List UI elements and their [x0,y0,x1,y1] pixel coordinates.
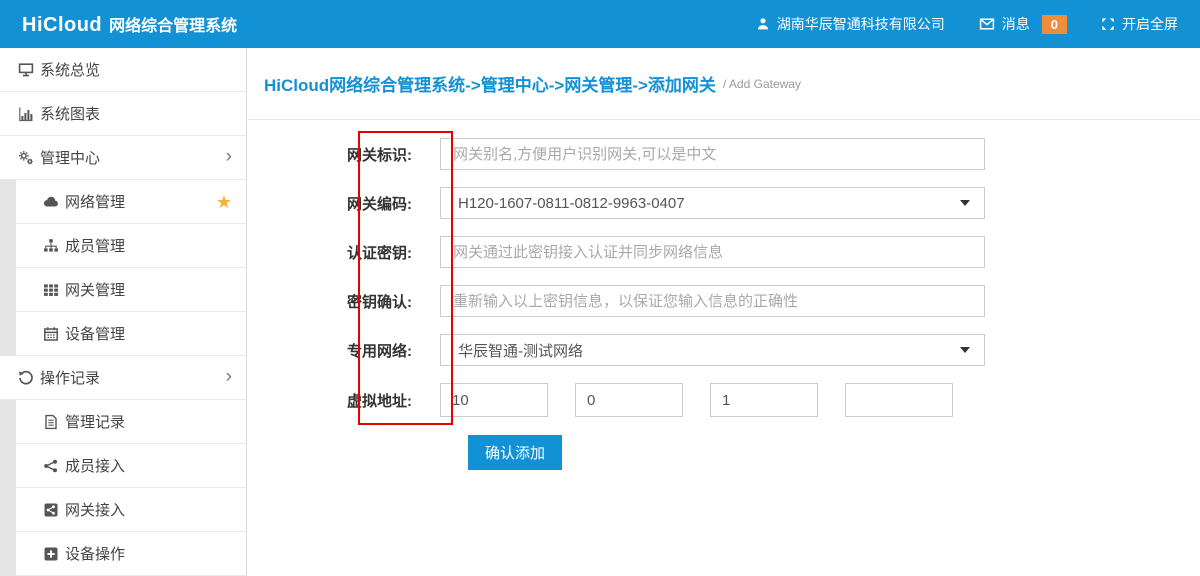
private-network-select[interactable]: 华辰智通-测试网络 [440,334,985,366]
form-row-virtual-address: 虚拟地址: [248,383,1200,417]
sidebar-item-label: 网关管理 [65,279,125,300]
sidebar-item-system-charts[interactable]: 系统图表 [0,92,246,136]
sidebar-item-label: 管理记录 [65,411,125,432]
sidebar-item-operation-records[interactable]: 操作记录 › [0,356,246,400]
file-icon [43,414,59,430]
page-header: HiCloud网络综合管理系统->管理中心->网关管理->添加网关 / Add … [248,48,1200,120]
virtual-address-octet-4[interactable] [845,383,953,417]
chevron-right-icon: › [226,367,232,389]
grid-icon [43,282,59,298]
history-icon [18,370,34,386]
sidebar-item-label: 设备管理 [65,323,125,344]
envelope-icon [979,16,995,32]
form-row-gateway-code: 网关编码: H120-1607-0811-0812-9963-0407 [248,187,1200,219]
messages-button[interactable]: 消息 0 [979,14,1067,34]
virtual-address-octet-2[interactable] [575,383,683,417]
sidebar-item-gateway-access[interactable]: 网关接入 [0,488,246,532]
submenu-indent [0,180,16,224]
fullscreen-icon [1101,17,1115,31]
sidebar-item-system-overview[interactable]: 系统总览 [0,48,246,92]
private-network-label: 专用网络: [248,340,440,361]
form-row-auth-key: 认证密钥: [248,236,1200,268]
monitor-icon [18,62,34,78]
cloud-icon [43,194,59,210]
submenu-indent [0,532,16,576]
brand-name: HiCloud [22,14,102,37]
sidebar-item-member-access[interactable]: 成员接入 [0,444,246,488]
sidebar-item-network-management[interactable]: 网络管理 ★ [0,180,246,224]
private-network-value: 华辰智通-测试网络 [458,340,583,361]
virtual-address-label: 虚拟地址: [248,390,440,411]
gateway-code-label: 网关编码: [248,193,440,214]
confirm-add-button[interactable]: 确认添加 [468,435,562,470]
fullscreen-label: 开启全屏 [1122,14,1178,34]
main-content: HiCloud网络综合管理系统->管理中心->网关管理->添加网关 / Add … [248,48,1200,576]
gateway-name-input[interactable] [440,138,985,170]
account-menu[interactable]: 湖南华辰智通科技有限公司 [756,14,945,34]
star-icon[interactable]: ★ [216,193,232,211]
app-brand: HiCloud 网络综合管理系统 [22,12,237,37]
sidebar-item-label: 设备操作 [65,543,125,564]
bar-chart-icon [18,106,34,122]
share-square-icon [43,502,59,518]
form-row-gateway-name: 网关标识: [248,138,1200,170]
chevron-right-icon: › [226,147,232,169]
sidebar-item-gateway-management[interactable]: 网关管理 [0,268,246,312]
breadcrumb: HiCloud网络综合管理系统->管理中心->网关管理->添加网关 [264,71,716,96]
sidebar-item-label: 成员接入 [65,455,125,476]
calendar-icon [43,326,59,342]
share-icon [43,458,59,474]
caret-down-icon [960,347,970,353]
user-icon [756,17,770,31]
auth-key-input[interactable] [440,236,985,268]
submenu-indent [0,400,16,444]
submenu-indent [0,268,16,312]
sidebar-item-label: 操作记录 [40,367,100,388]
sidebar-item-admin-center[interactable]: 管理中心 › [0,136,246,180]
gateway-name-label: 网关标识: [248,144,440,165]
topbar: HiCloud 网络综合管理系统 湖南华辰智通科技有限公司 消息 0 开启全屏 [0,0,1200,48]
sidebar-item-label: 成员管理 [65,235,125,256]
brand-suffix: 网络综合管理系统 [109,12,237,36]
company-name: 湖南华辰智通科技有限公司 [777,14,945,34]
fullscreen-button[interactable]: 开启全屏 [1101,14,1178,34]
sitemap-icon [43,238,59,254]
key-confirm-input[interactable] [440,285,985,317]
submenu-indent [0,312,16,356]
virtual-address-octet-3[interactable] [710,383,818,417]
key-confirm-label: 密钥确认: [248,291,440,312]
sidebar: 系统总览 系统图表 管理中心 › 网络管理 ★ [0,48,247,576]
sidebar-item-device-management[interactable]: 设备管理 [0,312,246,356]
sidebar-item-label: 网关接入 [65,499,125,520]
sidebar-item-label: 管理中心 [40,147,100,168]
add-gateway-form: 网关标识: 网关编码: H120-1607-0811-0812-9963-040… [248,120,1200,470]
plus-square-icon [43,546,59,562]
submenu-indent [0,224,16,268]
sidebar-item-member-management[interactable]: 成员管理 [0,224,246,268]
messages-label: 消息 [1002,14,1030,34]
gears-icon [18,150,34,166]
sidebar-item-device-operations[interactable]: 设备操作 [0,532,246,576]
caret-down-icon [960,200,970,206]
sidebar-item-admin-records[interactable]: 管理记录 [0,400,246,444]
gateway-code-select[interactable]: H120-1607-0811-0812-9963-0407 [440,187,985,219]
breadcrumb-suffix: / Add Gateway [723,77,801,91]
form-row-key-confirm: 密钥确认: [248,285,1200,317]
sidebar-item-label: 系统总览 [40,59,100,80]
sidebar-item-label: 网络管理 [65,191,125,212]
submenu-indent [0,444,16,488]
form-row-private-network: 专用网络: 华辰智通-测试网络 [248,334,1200,366]
messages-count-badge: 0 [1042,15,1067,34]
sidebar-item-label: 系统图表 [40,103,100,124]
gateway-code-value: H120-1607-0811-0812-9963-0407 [458,195,685,212]
auth-key-label: 认证密钥: [248,242,440,263]
submenu-indent [0,488,16,532]
virtual-address-octet-1[interactable] [440,383,548,417]
topbar-right: 湖南华辰智通科技有限公司 消息 0 开启全屏 [756,14,1178,34]
